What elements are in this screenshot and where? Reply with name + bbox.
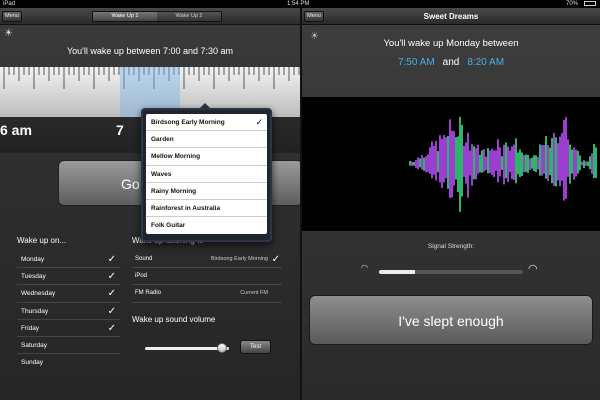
tab-wake-up-2[interactable]: Wake Up 2 [157, 12, 221, 21]
wake-settings-pane: Menu Wake Up 1 Wake Up 2 ☀ You'll wake u… [0, 8, 300, 400]
sound-label: Folk Guitar [151, 222, 186, 230]
check-icon: ✓ [107, 254, 116, 265]
option-value: Current FM [240, 290, 268, 297]
list-item[interactable]: Sunday [17, 354, 120, 371]
option-label: FM Radio [135, 290, 162, 297]
day-label: Saturday [21, 341, 48, 349]
volume-slider-knob[interactable] [217, 343, 228, 353]
check-icon: ✓ [107, 322, 116, 334]
right-nav-bar: Menu Sweet Dreams [302, 8, 600, 25]
battery-icon [584, 1, 596, 6]
fm-radio-option-row[interactable]: FM Radio Current FM [132, 285, 282, 303]
volume-title: Wake up sound volume [132, 315, 216, 324]
carrier-label: iPad [3, 1, 16, 7]
page-title: Sweet Dreams [423, 12, 479, 21]
ruler-label-7: 7 [116, 122, 124, 138]
sound-label: Rainforest in Australia [151, 204, 221, 212]
wake-time-start: 7:50 AM [397, 57, 435, 68]
day-label: Friday [21, 324, 40, 332]
list-item[interactable]: Tuesday ✓ [17, 268, 120, 286]
sound-picker-popover: Birdsong Early Morning ✓ Garden Mellow Mo… [141, 108, 272, 242]
weekday-list: Monday ✓ Tuesday ✓ Wednesday ✓ Thursday ✓ Fr… [17, 251, 120, 371]
list-item[interactable]: Birdsong Early Morning ✓ [146, 114, 267, 132]
day-label: Sunday [21, 359, 44, 367]
wake-range-text: You'll wake up between 7:00 and 7:30 am [66, 46, 233, 56]
slept-enough-button[interactable]: I've slept enough [309, 295, 593, 345]
sound-label: Waves [151, 170, 172, 178]
list-item[interactable]: Friday ✓ [17, 320, 120, 337]
day-label: Wednesday [21, 290, 56, 298]
list-item[interactable]: Waves [146, 166, 267, 183]
wake-time-window: 7:50 AM and 8:20 AM [302, 57, 600, 68]
list-item[interactable]: Monday ✓ [17, 251, 120, 269]
check-icon: ✓ [107, 288, 116, 300]
audio-waveform-panel [302, 97, 600, 231]
sleep-pane: Menu Sweet Dreams ☀ You'll wake up Monda… [302, 8, 600, 400]
status-bar: iPad 1:54 PM 70% [0, 0, 600, 8]
ipod-option-row[interactable]: iPod [132, 268, 282, 286]
tab-wake-up-1[interactable]: Wake Up 1 [93, 12, 157, 21]
wake-day-text: You'll wake up Monday between [383, 38, 519, 49]
clock-label: 1:54 PM [287, 1, 310, 7]
sound-option-row[interactable]: Sound Birdsong Early Morning ✓ [132, 251, 282, 269]
wake-tabs: Wake Up 1 Wake Up 2 [92, 11, 222, 22]
list-item[interactable]: Thursday ✓ [17, 303, 120, 320]
left-menu-button[interactable]: Menu [2, 11, 22, 22]
option-label: iPod [135, 273, 148, 280]
signal-strength-bar [379, 270, 523, 274]
left-nav-bar: Menu Wake Up 1 Wake Up 2 [0, 8, 300, 25]
wake-sound-list: Sound Birdsong Early Morning ✓ iPod FM Rad… [132, 251, 282, 303]
sun-icon[interactable]: ☀ [4, 28, 13, 39]
list-item[interactable]: Rainforest in Australia [146, 200, 267, 218]
sound-label: Birdsong Early Morning [151, 119, 225, 126]
list-item[interactable]: Garden [146, 131, 267, 149]
check-icon: ✓ [107, 305, 116, 317]
signal-strength-label: Signal Strength: [427, 243, 475, 250]
sound-label: Rainy Morning [151, 187, 197, 195]
sound-label: Mellow Morning [151, 153, 201, 161]
wifi-strong-icon: ◠ [528, 263, 538, 275]
sound-picker-list: Birdsong Early Morning ✓ Garden Mellow Mo… [146, 114, 267, 235]
list-item[interactable]: Wednesday ✓ [17, 285, 120, 303]
check-icon: ✓ [107, 271, 116, 283]
option-label: Sound [135, 256, 153, 262]
list-item[interactable]: Rainy Morning [146, 183, 267, 200]
battery-label: 70% [566, 1, 579, 7]
wifi-weak-icon: ◠ [361, 263, 368, 272]
and-label: and [442, 57, 460, 68]
check-icon: ✓ [255, 117, 263, 127]
check-icon: ✓ [271, 254, 280, 265]
option-value: Birdsong Early Morning [210, 256, 268, 262]
day-label: Tuesday [21, 273, 46, 281]
waveform [409, 116, 597, 212]
wake-on-title: Wake up on... [17, 236, 67, 245]
day-label: Thursday [21, 307, 49, 315]
sound-label: Garden [151, 136, 174, 144]
signal-strength-fill [379, 270, 415, 274]
list-item[interactable]: Folk Guitar [146, 217, 267, 234]
list-item[interactable]: Saturday [17, 337, 120, 355]
day-label: Monday [21, 256, 45, 263]
ruler-label-6am: 6 am [0, 122, 32, 138]
list-item[interactable]: Mellow Morning [146, 148, 267, 166]
test-sound-button[interactable]: Test [240, 340, 271, 354]
wake-time-end: 8:20 AM [467, 57, 505, 68]
